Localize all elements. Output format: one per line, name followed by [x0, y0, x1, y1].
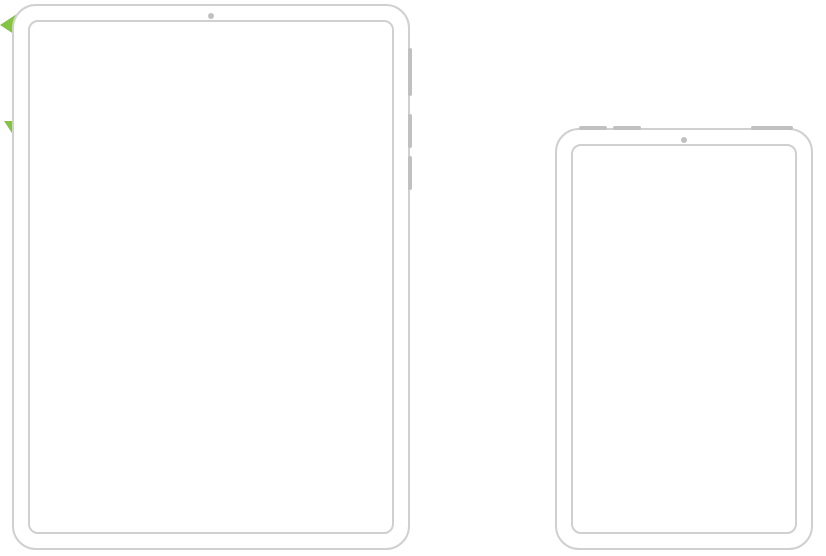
ipad-small	[555, 128, 813, 550]
volume-down-button-large	[408, 156, 412, 190]
volume-button-small-2	[613, 126, 641, 130]
front-camera-small	[681, 137, 687, 143]
top-button-small	[751, 126, 793, 130]
top-button-large	[408, 48, 412, 96]
volume-button-small-1	[579, 126, 607, 130]
ipad-large	[12, 4, 410, 550]
front-camera-large	[208, 13, 214, 19]
volume-up-button-large	[408, 114, 412, 148]
